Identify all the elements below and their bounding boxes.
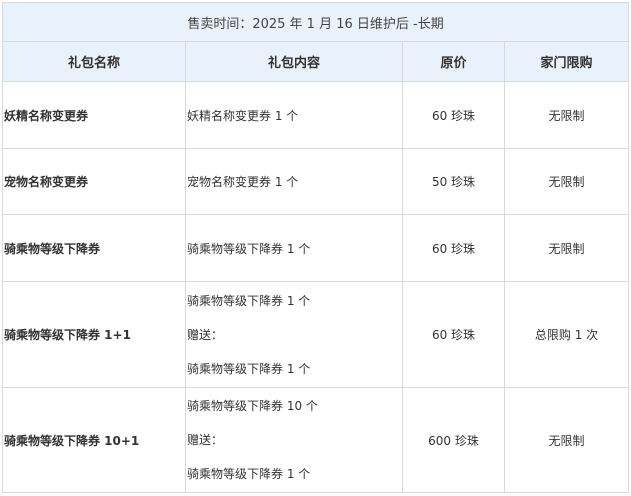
table-row: 宠物名称变更券 宠物名称变更券 1 个 50 珍珠 无限制 [2,148,630,215]
table-header-row: 礼包名称 礼包内容 原价 家门限购 [2,41,630,82]
price-cell: 60 珍珠 [402,214,505,282]
limit-value: 无限制 [548,241,585,256]
price-cell: 60 珍珠 [402,81,505,149]
gift-pack-table-container: 售卖时间：2025 年 1 月 16 日维护后 -长期 礼包名称 礼包内容 原价… [1,2,630,493]
limit-value: 总限购 1 次 [534,328,599,342]
limit-cell: 无限制 [503,387,630,493]
limit-cell: 无限制 [503,214,630,282]
price-value: 60 珍珠 [431,241,476,256]
limit-cell: 无限制 [503,148,630,215]
pack-name: 骑乘物等级下降券 10+1 [4,433,140,448]
limit-value: 无限制 [548,433,585,448]
pack-bonus-label: 赠送： [187,327,224,342]
pack-name: 骑乘物等级下降券 1+1 [4,328,131,342]
pack-name-cell: 骑乘物等级下降券 [2,214,186,282]
table-row: 骑乘物等级下降券 1+1 骑乘物等级下降券 1 个 赠送： 骑乘物等级下降券 1… [2,281,630,388]
pack-content-line: 骑乘物等级下降券 1 个 [187,361,311,376]
table-row: 妖精名称变更券 妖精名称变更券 1 个 60 珍珠 无限制 [2,81,630,149]
pack-content-cell: 妖精名称变更券 1 个 [185,81,403,149]
limit-value: 无限制 [548,108,585,123]
pack-content-cell: 骑乘物等级下降券 10 个 赠送： 骑乘物等级下降券 1 个 [185,387,403,493]
pack-name-cell: 妖精名称变更券 [2,81,186,149]
limit-cell: 无限制 [503,81,630,149]
price-value: 60 珍珠 [431,108,476,123]
pack-content-cell: 宠物名称变更券 1 个 [185,148,403,215]
pack-name: 宠物名称变更券 [4,175,89,189]
pack-bonus-label: 赠送： [187,433,224,447]
price-cell: 60 珍珠 [402,281,505,388]
pack-content-line: 妖精名称变更券 1 个 [187,108,299,123]
pack-content-line: 骑乘物等级下降券 10 个 [187,399,318,413]
header-original-price: 原价 [402,41,505,82]
limit-value: 无限制 [548,175,585,189]
table-row: 骑乘物等级下降券 10+1 骑乘物等级下降券 10 个 赠送： 骑乘物等级下降券… [2,387,630,493]
header-family-limit: 家门限购 [503,41,630,82]
pack-name-cell: 骑乘物等级下降券 1+1 [2,281,186,388]
price-cell: 50 珍珠 [402,148,505,215]
price-value: 600 珍珠 [428,433,479,448]
price-value: 60 珍珠 [431,328,476,342]
pack-content-line: 宠物名称变更券 1 个 [187,175,299,189]
price-value: 50 珍珠 [431,175,476,189]
pack-name: 妖精名称变更券 [4,108,89,123]
pack-name: 骑乘物等级下降券 [4,241,101,256]
limit-cell: 总限购 1 次 [503,281,630,388]
sale-period-banner: 售卖时间：2025 年 1 月 16 日维护后 -长期 [1,2,630,42]
header-pack-content: 礼包内容 [185,41,403,82]
pack-content-cell: 骑乘物等级下降券 1 个 [185,214,403,282]
pack-content-line: 骑乘物等级下降券 1 个 [187,241,311,256]
price-cell: 600 珍珠 [402,387,505,493]
table-row: 骑乘物等级下降券 骑乘物等级下降券 1 个 60 珍珠 无限制 [2,214,630,282]
pack-content-line: 骑乘物等级下降券 1 个 [187,467,311,481]
pack-name-cell: 宠物名称变更券 [2,148,186,215]
pack-content-line: 骑乘物等级下降券 1 个 [187,293,311,308]
header-pack-name: 礼包名称 [2,41,186,82]
gift-pack-table: 售卖时间：2025 年 1 月 16 日维护后 -长期 礼包名称 礼包内容 原价… [1,2,630,493]
pack-content-cell: 骑乘物等级下降券 1 个 赠送： 骑乘物等级下降券 1 个 [185,281,403,388]
pack-name-cell: 骑乘物等级下降券 10+1 [2,387,186,493]
sale-period-row: 售卖时间：2025 年 1 月 16 日维护后 -长期 [1,2,630,42]
